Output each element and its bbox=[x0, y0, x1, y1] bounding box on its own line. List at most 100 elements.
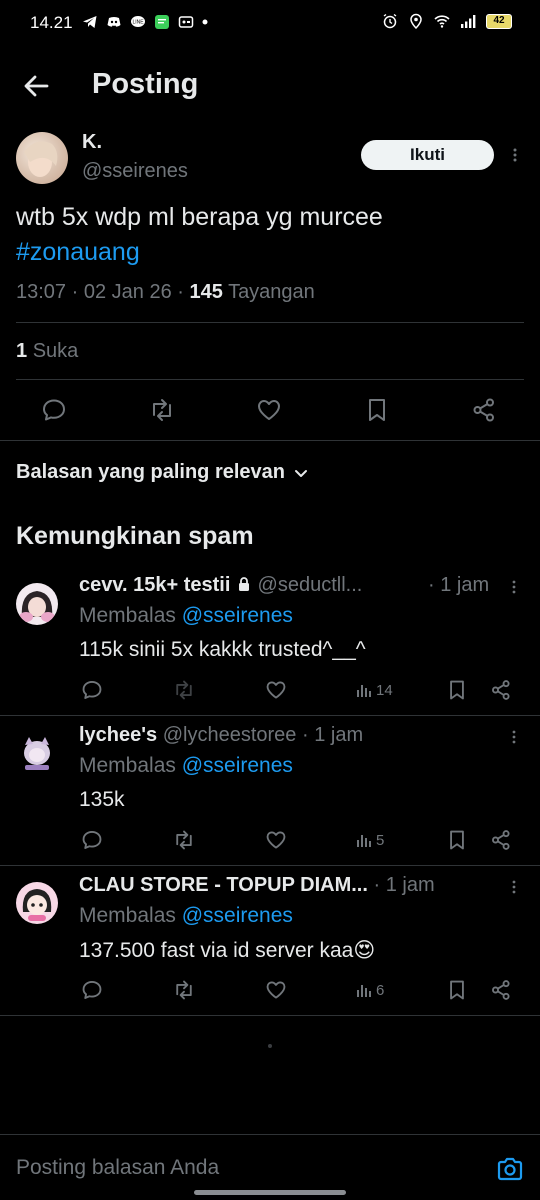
camera-icon[interactable] bbox=[496, 1155, 524, 1183]
more-options-icon[interactable] bbox=[505, 145, 525, 165]
loading-indicator bbox=[268, 1044, 272, 1048]
repost-icon[interactable] bbox=[173, 979, 195, 1001]
status-notification-icons: LINE bbox=[82, 14, 208, 30]
telegram-icon bbox=[83, 16, 97, 28]
reply-text-wrap: 137.500 fast via id server kaa😍 bbox=[79, 938, 375, 963]
like-heart-icon[interactable] bbox=[265, 979, 287, 1001]
reply-header: cevv. 15k+ testii @seductll... bbox=[79, 574, 362, 597]
line-icon: LINE bbox=[131, 16, 145, 27]
share-icon[interactable] bbox=[490, 829, 512, 851]
author-handle[interactable]: @sseirenes bbox=[82, 160, 188, 183]
reply-time: 1 jam bbox=[440, 574, 490, 596]
replying-to: Membalas @sseirenes bbox=[79, 604, 293, 628]
post-time: 13:07 bbox=[16, 281, 67, 303]
likes-count: 1 bbox=[16, 340, 28, 362]
chevron-down-icon bbox=[295, 469, 307, 477]
divider bbox=[16, 379, 524, 380]
reply-text: 115k sinii 5x kakkk trusted^__^ bbox=[79, 638, 366, 661]
replying-prefix: Membalas bbox=[79, 604, 176, 627]
reply-author-handle[interactable]: @lycheestoree bbox=[163, 724, 297, 746]
replying-to-mention[interactable]: @sseirenes bbox=[182, 754, 293, 777]
reply-icon[interactable] bbox=[81, 979, 103, 1001]
reply-more-options-icon[interactable] bbox=[505, 878, 523, 896]
post-date: 02 Jan 26 bbox=[83, 281, 172, 303]
bookmark-icon[interactable] bbox=[446, 679, 468, 701]
reply-icon[interactable] bbox=[81, 679, 103, 701]
bookmark-icon[interactable] bbox=[446, 979, 468, 1001]
repost-icon[interactable] bbox=[173, 679, 195, 701]
bookmark-icon[interactable] bbox=[446, 829, 468, 851]
reply-header: lychee's @lycheestoree · 1 jam bbox=[79, 724, 364, 746]
reply-text: 137.500 fast via id server kaa bbox=[79, 939, 354, 962]
reply-avatar[interactable] bbox=[16, 882, 58, 924]
home-indicator[interactable] bbox=[194, 1190, 346, 1195]
views-bar-chart-icon bbox=[357, 685, 371, 697]
like-heart-icon[interactable] bbox=[265, 829, 287, 851]
author-name[interactable]: K. bbox=[82, 131, 102, 154]
like-heart-icon[interactable] bbox=[256, 397, 282, 423]
author-avatar[interactable] bbox=[16, 132, 68, 184]
repost-icon[interactable] bbox=[173, 829, 195, 851]
views-button[interactable]: 5 bbox=[355, 831, 384, 849]
share-icon[interactable] bbox=[490, 679, 512, 701]
views-count: 6 bbox=[376, 981, 385, 999]
reply-author-name[interactable]: CLAU STORE - TOPUP DIAM... bbox=[79, 874, 368, 896]
post-body: wtb 5x wdp ml berapa yg murcee bbox=[16, 203, 383, 231]
battery-indicator: 42 bbox=[486, 13, 512, 29]
replying-to-mention[interactable]: @sseirenes bbox=[182, 604, 293, 627]
reply-icon[interactable] bbox=[81, 829, 103, 851]
discord-icon bbox=[107, 17, 121, 27]
views-count: 14 bbox=[376, 681, 393, 699]
messages-icon bbox=[155, 15, 169, 29]
reply-header: CLAU STORE - TOPUP DIAM... · 1 jam bbox=[79, 874, 435, 896]
divider bbox=[16, 322, 524, 323]
svg-text:LINE: LINE bbox=[132, 20, 144, 26]
post-hashtag[interactable]: #zonauang bbox=[16, 235, 526, 270]
follow-button[interactable]: Ikuti bbox=[361, 140, 494, 170]
reply-author-handle[interactable]: @seductll... bbox=[258, 574, 363, 596]
heart-eyes-emoji: 😍 bbox=[353, 939, 376, 962]
post-views-count: 145 bbox=[189, 281, 223, 303]
reply-text: 135k bbox=[79, 788, 125, 811]
repost-icon[interactable] bbox=[149, 397, 175, 423]
replying-to: Membalas @sseirenes bbox=[79, 754, 293, 778]
back-arrow-icon[interactable] bbox=[20, 70, 52, 102]
more-notifications-dot-icon bbox=[202, 19, 208, 25]
share-icon[interactable] bbox=[471, 397, 497, 423]
reply-avatar[interactable] bbox=[16, 733, 58, 775]
divider bbox=[0, 865, 540, 866]
post-meta: 13:07 · 02 Jan 26 · 145 Tayangan bbox=[16, 281, 315, 303]
reply-icon[interactable] bbox=[41, 397, 67, 423]
status-system-icons: 42 bbox=[382, 13, 512, 29]
gallery-icon bbox=[178, 16, 194, 28]
reply-more-options-icon[interactable] bbox=[505, 578, 523, 596]
wifi-icon bbox=[434, 15, 450, 28]
divider bbox=[0, 715, 540, 716]
like-heart-icon[interactable] bbox=[265, 679, 287, 701]
likes-summary[interactable]: 1 Suka bbox=[16, 340, 78, 363]
views-count: 5 bbox=[376, 831, 385, 849]
views-bar-chart-icon bbox=[357, 835, 371, 847]
reply-composer-input[interactable]: Posting balasan Anda bbox=[16, 1156, 219, 1180]
reply-sort-label: Balasan yang paling relevan bbox=[16, 461, 285, 483]
reply-time: 1 jam bbox=[314, 724, 364, 746]
divider bbox=[0, 1134, 540, 1135]
location-icon bbox=[410, 13, 422, 29]
reply-time: 1 jam bbox=[385, 874, 435, 896]
likes-label: Suka bbox=[32, 340, 79, 362]
share-icon[interactable] bbox=[490, 979, 512, 1001]
replying-to: Membalas @sseirenes bbox=[79, 904, 293, 928]
post-text: wtb 5x wdp ml berapa yg murcee #zonauang bbox=[16, 200, 526, 270]
reply-sort-dropdown[interactable]: Balasan yang paling relevan bbox=[16, 461, 309, 484]
views-button[interactable]: 14 bbox=[355, 681, 393, 699]
views-bar-chart-icon bbox=[357, 985, 371, 997]
reply-more-options-icon[interactable] bbox=[505, 728, 523, 746]
reply-avatar[interactable] bbox=[16, 583, 58, 625]
page-title: Posting bbox=[92, 68, 199, 100]
views-button[interactable]: 6 bbox=[355, 981, 384, 999]
bookmark-icon[interactable] bbox=[364, 397, 390, 423]
replying-to-mention[interactable]: @sseirenes bbox=[182, 904, 293, 927]
reply-author-name[interactable]: cevv. 15k+ testii bbox=[79, 574, 230, 596]
section-heading-spam: Kemungkinan spam bbox=[16, 522, 254, 550]
reply-author-name[interactable]: lychee's bbox=[79, 724, 157, 746]
